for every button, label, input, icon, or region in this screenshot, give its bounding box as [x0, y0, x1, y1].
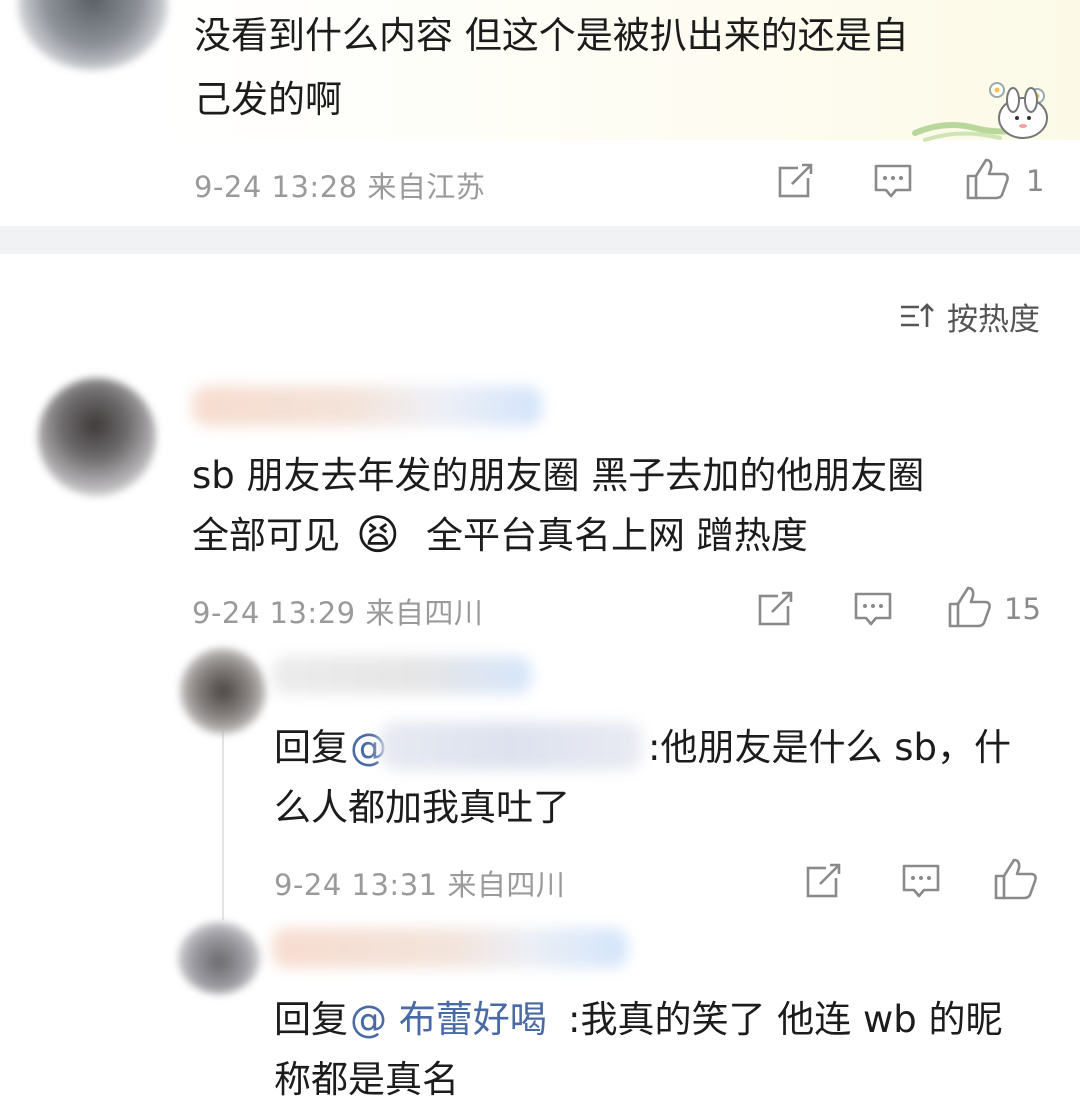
like-count: 15: [1004, 592, 1041, 626]
sort-toggle[interactable]: 按热度: [899, 296, 1040, 338]
sort-label: 按热度: [947, 301, 1040, 338]
like-count: 1: [1026, 164, 1045, 198]
share-icon[interactable]: [804, 860, 844, 900]
comment-text-line: 全部可见: [192, 514, 340, 557]
comment-icon[interactable]: [900, 860, 942, 902]
reply-prefix: 回复: [274, 998, 348, 1041]
thumbs-up-icon[interactable]: [992, 856, 1040, 902]
comment-text-line: 全平台真名上网 蹭热度: [426, 514, 808, 557]
comment-text-line: 己发的啊: [194, 78, 342, 121]
username-blurred[interactable]: [192, 386, 542, 426]
comment-text-line: 没看到什么内容 但这个是被扒出来的还是自: [194, 14, 909, 57]
comment-icon[interactable]: [852, 588, 894, 630]
sticker-decoration: [905, 78, 1065, 158]
reply-text-line: 么人都加我真吐了: [274, 786, 570, 829]
reply-text-line: 称都是真名: [274, 1058, 459, 1101]
reply-meta: 9-24 13:31 来自四川: [274, 868, 566, 902]
share-icon[interactable]: [776, 160, 816, 200]
avatar[interactable]: [18, 0, 168, 70]
reply-thread-line: [222, 730, 224, 920]
comment-text-line: sb 朋友去年发的朋友圈 黑子去加的他朋友圈: [192, 454, 925, 497]
section-divider: [0, 226, 1080, 254]
comment-icon[interactable]: [872, 160, 914, 202]
sort-icon: [899, 301, 937, 331]
thumbs-up-icon[interactable]: [946, 584, 994, 630]
thumbs-up-icon[interactable]: [964, 156, 1012, 202]
comment-meta: 9-24 13:28 来自江苏: [194, 170, 486, 204]
reply-text-line: :他朋友是什么 sb，什: [648, 726, 1011, 769]
avatar[interactable]: [38, 378, 156, 496]
username-blurred[interactable]: [272, 928, 628, 968]
emoji-sick: 😫: [356, 510, 400, 559]
comment-meta: 9-24 13:29 来自四川: [192, 596, 484, 630]
avatar[interactable]: [178, 922, 260, 994]
avatar[interactable]: [180, 648, 266, 734]
reply-mention[interactable]: @ 布蕾好喝: [350, 992, 547, 1048]
reply-text-line: :我真的笑了 他连 wb 的昵: [568, 998, 1003, 1041]
reply-prefix: 回复: [274, 726, 348, 769]
username-blurred[interactable]: [272, 656, 532, 694]
mention-blurred[interactable]: [380, 722, 642, 770]
share-icon[interactable]: [756, 588, 796, 628]
